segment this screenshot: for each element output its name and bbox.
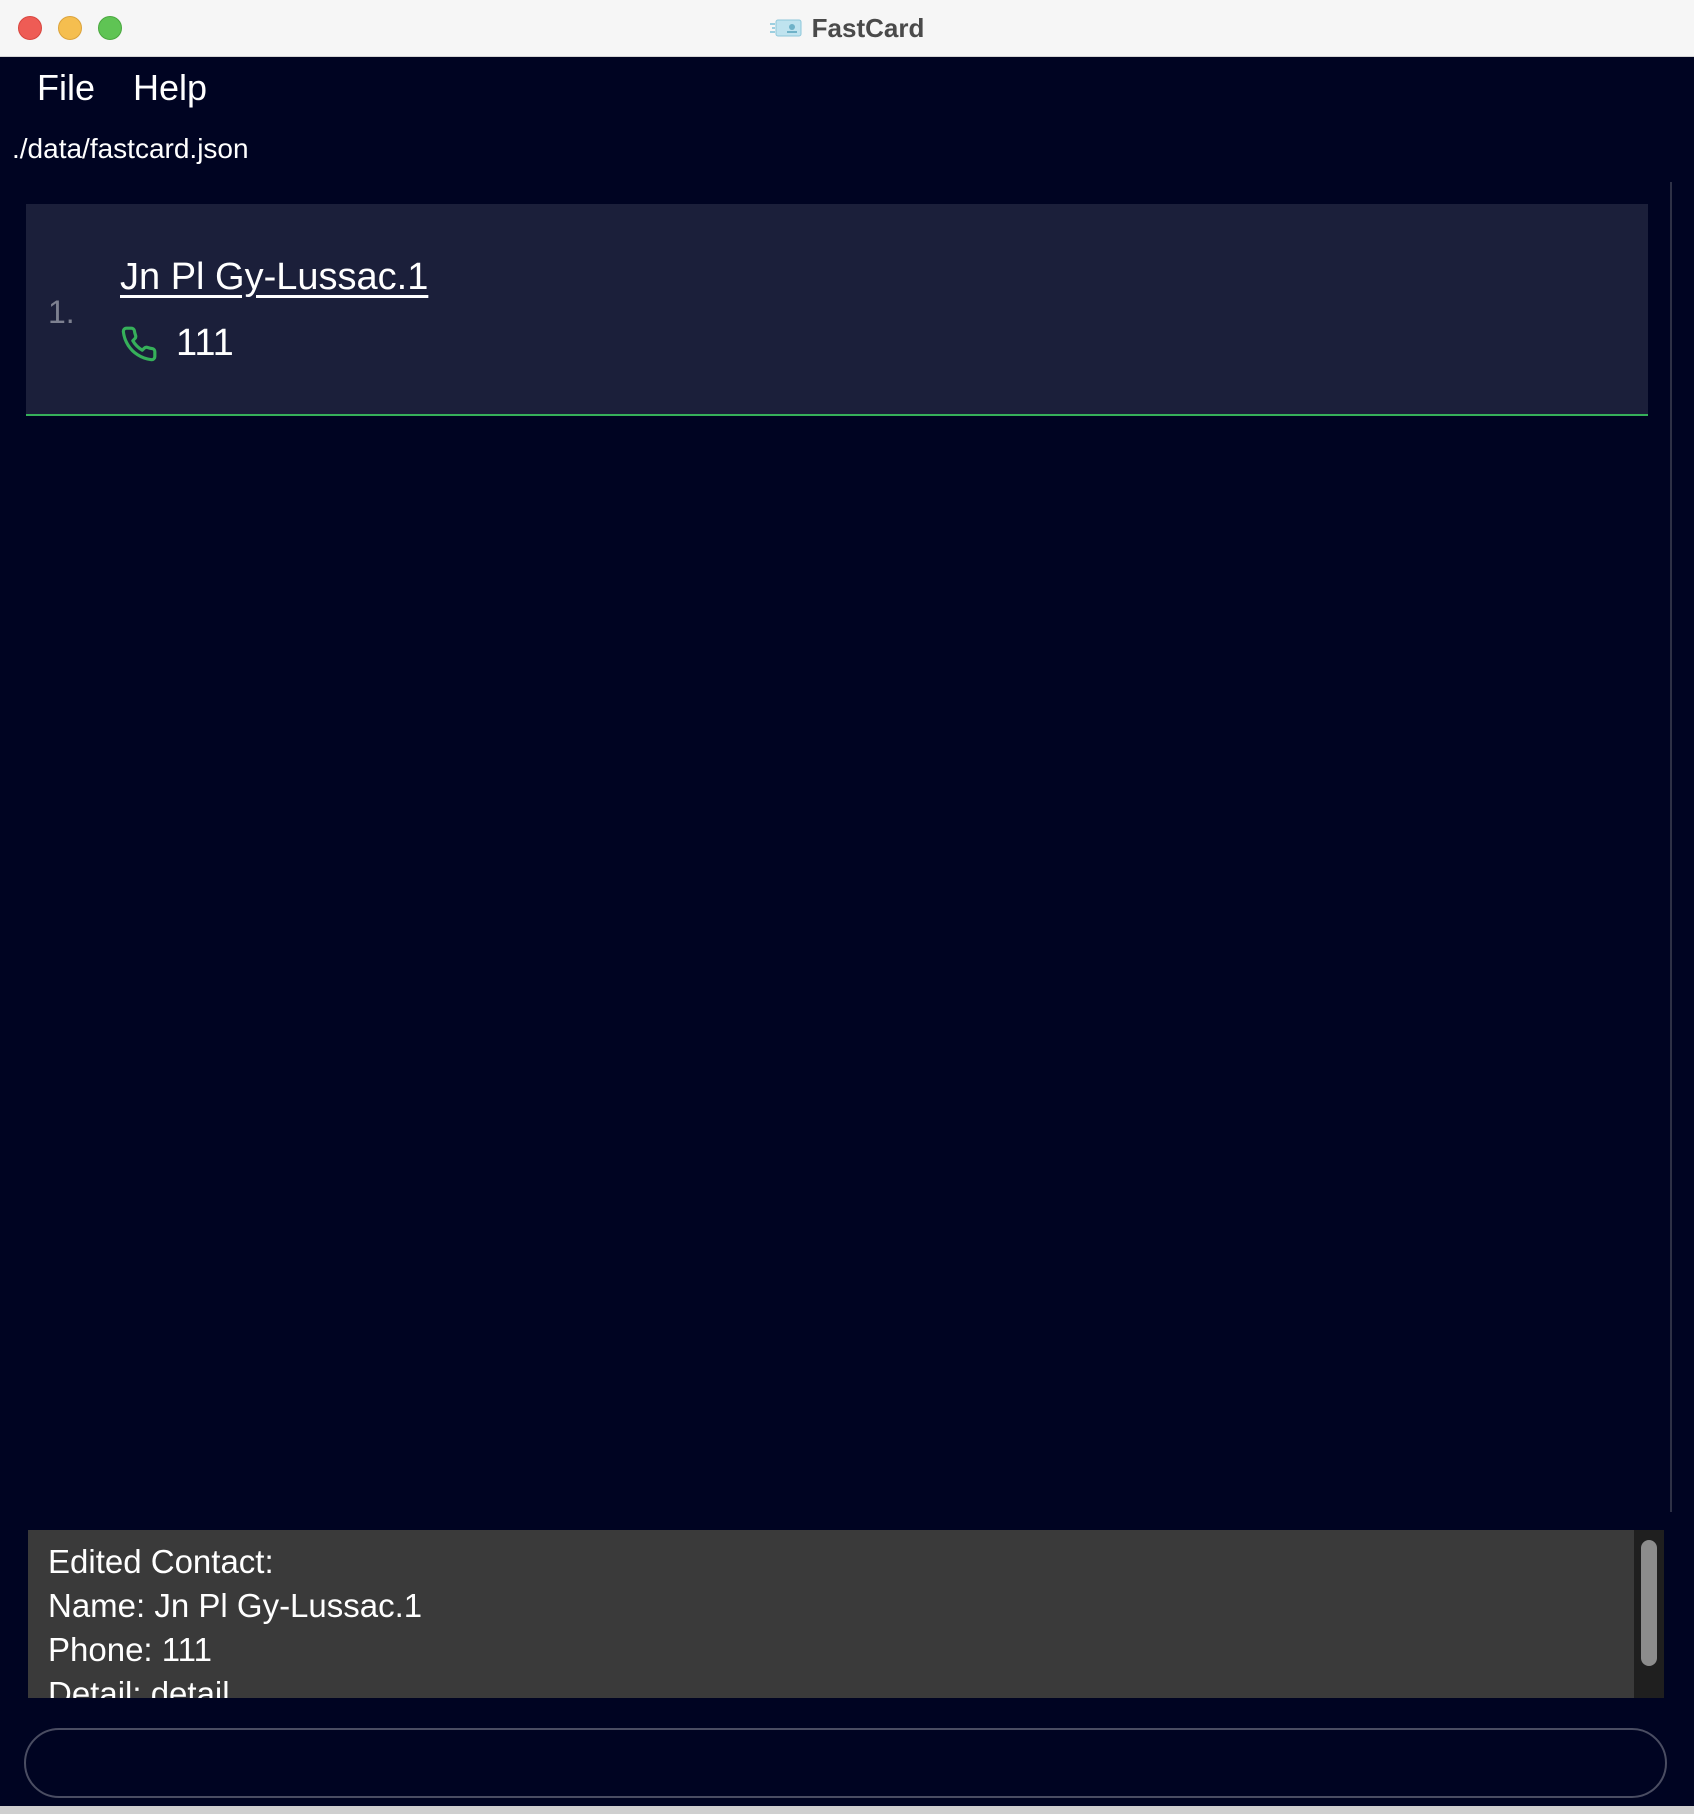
app-window: FastCard File Help ./data/fastcard.json … [0,0,1694,1814]
result-text: Edited Contact: Name: Jn Pl Gy-Lussac.1 … [48,1540,422,1698]
window-title: FastCard [811,12,925,43]
menu-bar: File Help [0,57,1694,119]
result-display[interactable]: Edited Contact: Name: Jn Pl Gy-Lussac.1 … [28,1530,1664,1698]
result-line: Edited Contact: [48,1543,274,1580]
menu-help[interactable]: Help [114,67,226,109]
contact-index: 1. [48,294,75,330]
contact-list[interactable]: 1. Jn Pl Gy-Lussac.1 111 [26,182,1672,1512]
command-input[interactable] [26,1730,1665,1796]
result-line: Detail: detail [48,1675,230,1698]
result-line: Phone: 111 [48,1631,212,1668]
command-box [24,1728,1667,1798]
contact-list-scrollbar[interactable] [1670,182,1672,1512]
title-bar: FastCard [0,0,1694,57]
contact-name: Jn Pl Gy-Lussac.1 [120,256,429,298]
result-line: Name: Jn Pl Gy-Lussac.1 [48,1587,423,1624]
menu-file[interactable]: File [18,67,114,109]
phone-icon [121,326,157,361]
window-title-group: FastCard [0,0,1694,56]
card-icon [769,19,802,37]
result-scrollbar-thumb[interactable] [1641,1540,1657,1666]
contact-phone-row: 111 [120,322,234,365]
data-file-path: ./data/fastcard.json [12,133,249,164]
contact-phone: 111 [176,322,234,364]
window-bottom-edge [0,1806,1694,1814]
contact-card[interactable]: 1. Jn Pl Gy-Lussac.1 111 [26,204,1648,416]
result-scrollbar[interactable] [1634,1530,1664,1698]
